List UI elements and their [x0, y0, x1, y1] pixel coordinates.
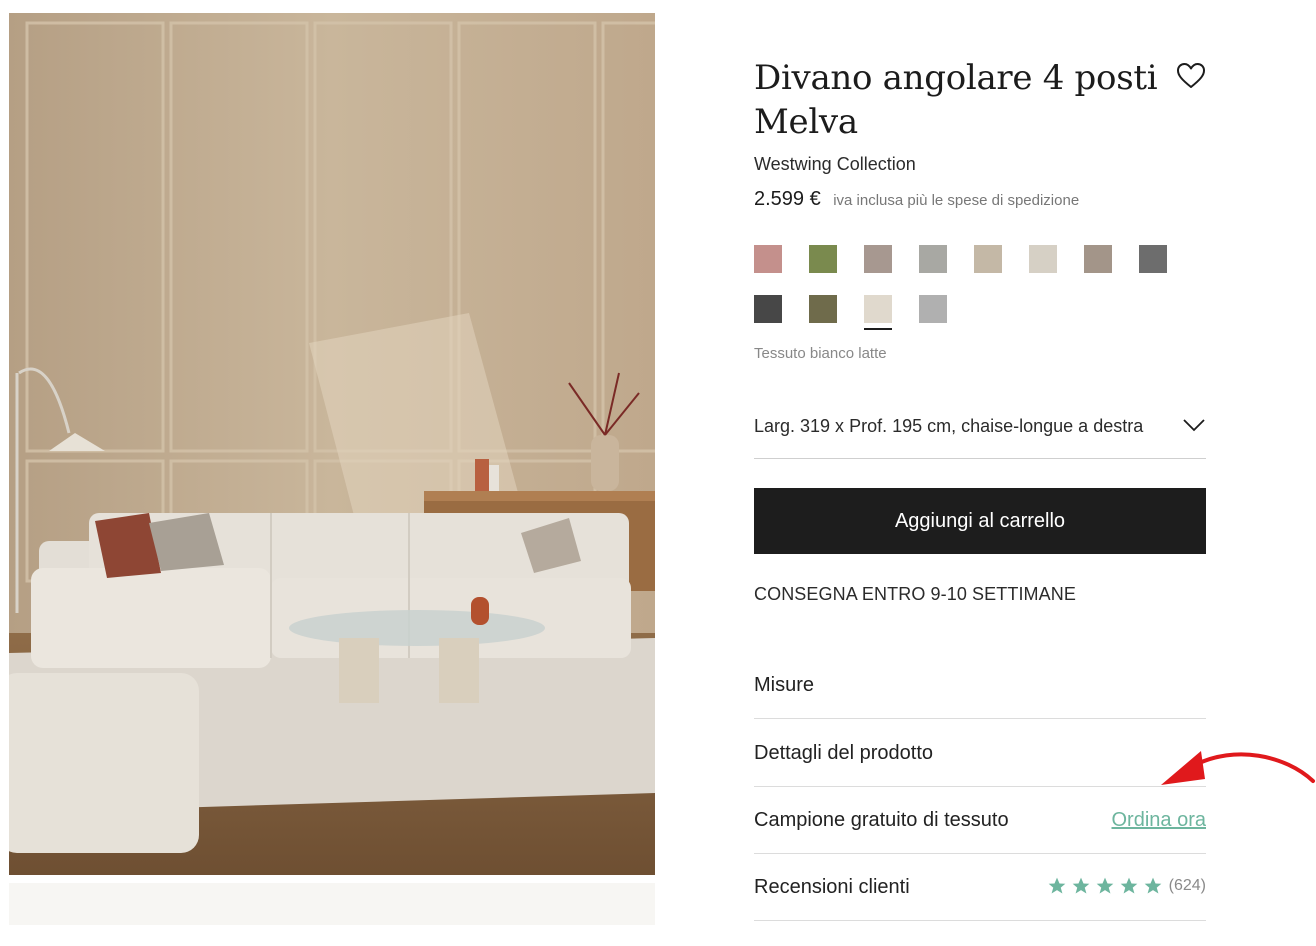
- color-swatch[interactable]: [1084, 245, 1112, 273]
- product-info-panel: Divano angolare 4 posti Melva Westwing C…: [754, 0, 1206, 946]
- heart-icon: [1177, 63, 1205, 88]
- color-swatch[interactable]: [919, 245, 947, 273]
- rating-stars: [1047, 876, 1163, 896]
- accordion-measures-label: Misure: [754, 674, 815, 696]
- color-swatch[interactable]: [754, 295, 782, 323]
- color-swatch[interactable]: [1139, 245, 1167, 273]
- order-sample-link[interactable]: Ordina ora: [1112, 809, 1207, 832]
- review-count: (624): [1168, 877, 1206, 894]
- reviews-label: Recensioni clienti: [754, 876, 910, 898]
- product-title: Divano angolare 4 posti Melva: [754, 58, 1158, 142]
- color-swatch[interactable]: [809, 245, 837, 273]
- color-swatch[interactable]: [974, 245, 1002, 273]
- gallery-thumbnail-strip: [9, 883, 655, 925]
- chevron-down-icon: [1183, 419, 1205, 432]
- wishlist-button[interactable]: [1176, 62, 1206, 90]
- color-swatch[interactable]: [919, 295, 947, 323]
- vat-note: iva inclusa più le spese di spedizione: [833, 192, 1080, 209]
- sofa-living-room-photo: [9, 13, 655, 875]
- delivery-time: CONSEGNA ENTRO 9-10 SETTIMANE: [754, 584, 1076, 604]
- accordion-details-label: Dettagli del prodotto: [754, 742, 934, 764]
- fabric-sample-label: Campione gratuito di tessuto: [754, 809, 1009, 831]
- accordion-fabric-sample: Campione gratuito di tessuto Ordina ora: [754, 787, 1206, 854]
- brand-name: Westwing Collection: [754, 154, 916, 174]
- accordion-reviews[interactable]: Recensioni clienti (624): [754, 854, 1206, 921]
- product-image[interactable]: [9, 13, 655, 875]
- size-variant-select[interactable]: Larg. 319 x Prof. 195 cm, chaise-longue …: [754, 403, 1206, 459]
- color-swatch[interactable]: [864, 295, 892, 330]
- rating-summary[interactable]: (624): [1047, 876, 1206, 896]
- color-swatch[interactable]: [809, 295, 837, 323]
- star-icon: [1072, 877, 1089, 894]
- accordion-product-details[interactable]: Dettagli del prodotto: [754, 720, 1206, 787]
- star-icon: [1144, 877, 1161, 894]
- star-icon: [1120, 877, 1137, 894]
- selected-fabric-label: Tessuto bianco latte: [754, 345, 887, 362]
- price-row: 2.599 € iva inclusa più le spese di sped…: [754, 188, 1079, 211]
- price: 2.599 €: [754, 188, 821, 210]
- color-swatch[interactable]: [754, 245, 782, 273]
- star-icon: [1048, 877, 1065, 894]
- color-swatch[interactable]: [864, 245, 892, 273]
- accordion-measures[interactable]: Misure: [754, 652, 1206, 719]
- color-swatch[interactable]: [1029, 245, 1057, 273]
- add-to-cart-button[interactable]: Aggiungi al carrello: [754, 488, 1206, 554]
- size-variant-value: Larg. 319 x Prof. 195 cm, chaise-longue …: [754, 416, 1144, 436]
- star-icon: [1096, 877, 1113, 894]
